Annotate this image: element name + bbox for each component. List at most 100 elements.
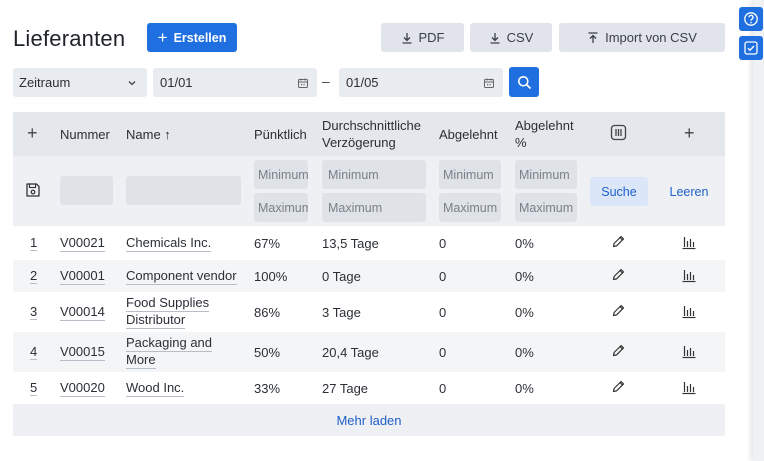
supplier-number-link[interactable]: V00021 bbox=[60, 235, 105, 252]
supplier-number-link[interactable]: V00001 bbox=[60, 268, 105, 285]
number-filter-input[interactable] bbox=[60, 176, 113, 205]
help-icon bbox=[744, 12, 758, 26]
table-row: 4 V00015 Packaging and More 50% 20,4 Tage 0 0% bbox=[13, 332, 725, 372]
supplier-name-link[interactable]: Component vendor bbox=[126, 268, 237, 285]
supplier-number-link[interactable]: V00014 bbox=[60, 304, 105, 321]
create-button[interactable]: + Erstellen bbox=[147, 23, 237, 52]
bar-chart-icon bbox=[682, 269, 696, 282]
rejected-pct-value: 0% bbox=[515, 380, 534, 396]
punctual-value: 50% bbox=[254, 344, 281, 360]
delay-max-input[interactable]: Maximum bbox=[322, 193, 426, 222]
save-filter-button[interactable] bbox=[25, 182, 41, 203]
rejected-value: 0 bbox=[439, 380, 447, 396]
punctual-max-input[interactable]: Maximum bbox=[254, 193, 308, 222]
export-pdf-label: PDF bbox=[418, 30, 445, 45]
row-index-link[interactable]: 5 bbox=[30, 380, 38, 396]
stats-button[interactable] bbox=[681, 379, 697, 398]
add-row-button[interactable]: + bbox=[27, 124, 38, 142]
pencil-icon bbox=[612, 268, 625, 281]
supplier-name-link[interactable]: Food Supplies Distributor bbox=[126, 295, 210, 329]
column-header-rejected-pct-line1: Abgelehnt bbox=[515, 118, 574, 133]
period-select[interactable]: Zeitraum bbox=[13, 68, 147, 97]
pencil-icon bbox=[612, 304, 625, 317]
columns-icon bbox=[610, 124, 627, 141]
stats-button[interactable] bbox=[681, 267, 697, 286]
import-csv-button[interactable]: Import von CSV bbox=[559, 23, 725, 52]
name-filter-input[interactable] bbox=[126, 176, 241, 205]
table-row: 1 V00021 Chemicals Inc. 67% 13,5 Tage 0 0% bbox=[13, 226, 725, 260]
column-header-avg-delay[interactable]: Durchschnittliche Verzögerung bbox=[322, 117, 421, 151]
rejected-pct-max-input[interactable]: Maximum bbox=[515, 193, 577, 222]
supplier-number-link[interactable]: V00020 bbox=[60, 380, 105, 397]
import-csv-label: Import von CSV bbox=[605, 30, 697, 45]
checkbox-icon bbox=[744, 41, 758, 55]
search-button[interactable] bbox=[509, 67, 539, 97]
supplier-name-link[interactable]: Wood Inc. bbox=[126, 380, 185, 397]
columns-toggle-button[interactable] bbox=[610, 124, 627, 145]
export-csv-button[interactable]: CSV bbox=[470, 23, 552, 52]
save-icon bbox=[26, 183, 40, 197]
bar-chart-icon bbox=[682, 236, 696, 249]
rejected-max-input[interactable]: Maximum bbox=[439, 193, 501, 222]
bar-chart-icon bbox=[682, 381, 696, 394]
date-separator: – bbox=[322, 73, 330, 89]
stats-button[interactable] bbox=[681, 303, 697, 322]
column-header-rejected-pct-line2: % bbox=[515, 135, 527, 150]
stats-button[interactable] bbox=[681, 234, 697, 253]
avg-delay-value: 20,4 Tage bbox=[322, 344, 379, 360]
date-to-input[interactable]: 01/05 bbox=[339, 68, 503, 97]
punctual-min-input[interactable]: Minimum bbox=[254, 160, 308, 189]
help-button[interactable] bbox=[739, 7, 763, 31]
upload-icon bbox=[588, 31, 598, 43]
suppliers-page: Lieferanten + Erstellen PDF CSV Import v… bbox=[0, 0, 764, 461]
edit-button[interactable] bbox=[611, 267, 626, 285]
column-header-name[interactable]: Name ↑ bbox=[126, 126, 171, 143]
avg-delay-value: 3 Tage bbox=[322, 304, 361, 320]
rejected-pct-min-input[interactable]: Minimum bbox=[515, 160, 577, 189]
load-more-button[interactable]: Mehr laden bbox=[336, 413, 401, 428]
pencil-icon bbox=[612, 344, 625, 357]
column-header-rejected-pct[interactable]: Abgelehnt % bbox=[515, 117, 574, 151]
edit-button[interactable] bbox=[611, 234, 626, 252]
stats-button[interactable] bbox=[681, 343, 697, 362]
search-icon bbox=[517, 75, 531, 89]
plus-icon: + bbox=[157, 28, 168, 47]
row-index-link[interactable]: 4 bbox=[30, 344, 38, 360]
supplier-name-link[interactable]: Chemicals Inc. bbox=[126, 235, 212, 252]
table-row: 2 V00001 Component vendor 100% 0 Tage 0 0% bbox=[13, 260, 725, 292]
date-from-input[interactable]: 01/01 bbox=[153, 68, 317, 97]
export-pdf-button[interactable]: PDF bbox=[381, 23, 464, 52]
download-icon bbox=[490, 32, 500, 44]
side-panel-edge bbox=[753, 0, 764, 461]
edit-button[interactable] bbox=[611, 343, 626, 361]
bar-chart-icon bbox=[682, 345, 696, 358]
clear-filter-button[interactable]: Leeren bbox=[663, 177, 715, 206]
column-header-number[interactable]: Nummer bbox=[60, 126, 110, 143]
column-header-rejected[interactable]: Abgelehnt bbox=[439, 126, 498, 143]
rejected-pct-value: 0% bbox=[515, 344, 534, 360]
calendar-icon bbox=[298, 78, 308, 88]
rejected-min-input[interactable]: Minimum bbox=[439, 160, 501, 189]
edit-button[interactable] bbox=[611, 303, 626, 321]
rejected-value: 0 bbox=[439, 344, 447, 360]
calendar-icon bbox=[484, 78, 494, 88]
supplier-number-link[interactable]: V00015 bbox=[60, 344, 105, 361]
avg-delay-value: 13,5 Tage bbox=[322, 235, 379, 251]
pencil-icon bbox=[612, 235, 625, 248]
punctual-value: 33% bbox=[254, 380, 281, 396]
apply-filter-button[interactable]: Suche bbox=[590, 177, 648, 206]
row-index-link[interactable]: 2 bbox=[30, 268, 38, 284]
delay-min-input[interactable]: Minimum bbox=[322, 160, 426, 189]
punctual-value: 67% bbox=[254, 235, 281, 251]
column-header-punctual[interactable]: Pünktlich bbox=[254, 126, 307, 143]
supplier-name-link[interactable]: Packaging and More bbox=[126, 335, 213, 369]
page-title: Lieferanten bbox=[13, 26, 126, 51]
punctual-value: 100% bbox=[254, 268, 288, 284]
add-column-button[interactable]: + bbox=[684, 124, 695, 142]
avg-delay-value: 27 Tage bbox=[322, 380, 369, 396]
create-button-label: Erstellen bbox=[173, 30, 227, 45]
tasks-button[interactable] bbox=[739, 36, 763, 60]
row-index-link[interactable]: 3 bbox=[30, 304, 38, 320]
edit-button[interactable] bbox=[611, 379, 626, 397]
row-index-link[interactable]: 1 bbox=[30, 235, 38, 251]
